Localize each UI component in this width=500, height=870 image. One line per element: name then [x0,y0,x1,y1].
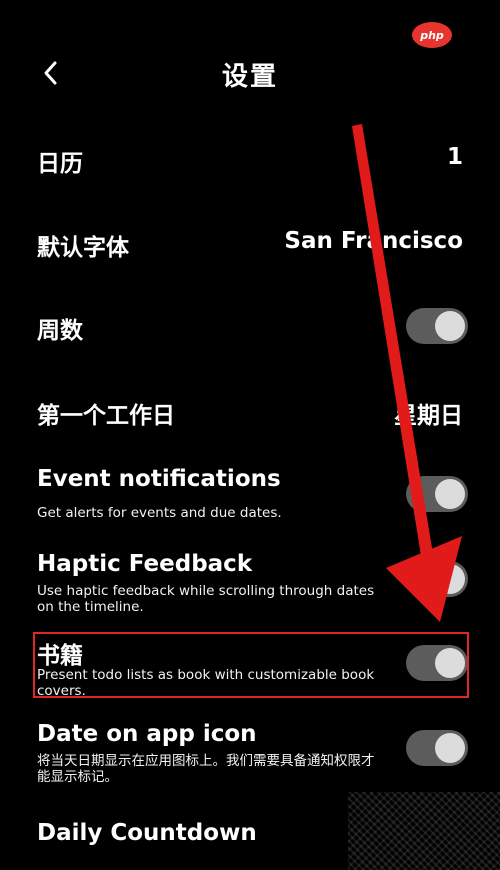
week-number-toggle[interactable] [406,308,468,344]
event-notifications-toggle[interactable] [406,476,468,512]
date-on-app-icon-toggle[interactable] [406,730,468,766]
setting-value: San Francisco [284,228,463,254]
setting-description: Use haptic feedback while scrolling thro… [37,583,375,615]
setting-label: 第一个工作日 [37,403,175,429]
toggle-knob [435,564,465,594]
toggle-knob [435,311,465,341]
setting-description: Get alerts for events and due dates. [37,505,282,521]
setting-label: 日历 [37,151,83,177]
setting-label: Daily Countdown [37,820,257,846]
setting-label: Date on app icon [37,721,257,747]
highlight-box [33,632,469,698]
setting-date-on-app-icon: Date on app icon 将当天日期显示在应用图标上。我们需要具备通知权… [0,719,500,785]
setting-label: Event notifications [37,466,281,492]
setting-week-number: 周数 [0,305,500,347]
toggle-knob [435,733,465,763]
watermark-texture [348,792,500,870]
page-title: 设置 [221,62,278,92]
setting-label: 默认字体 [37,235,129,261]
setting-calendar[interactable]: 日历 1 [0,142,500,177]
php-watermark: php [412,22,452,48]
haptic-feedback-toggle[interactable] [406,561,468,597]
setting-label: Haptic Feedback [37,551,253,577]
setting-value: 星期日 [394,403,463,429]
toggle-knob [435,479,465,509]
setting-default-font[interactable]: 默认字体 San Francisco [0,226,500,261]
setting-label: 周数 [37,318,83,344]
setting-description: 将当天日期显示在应用图标上。我们需要具备通知权限才能显示标记。 [37,753,375,785]
setting-haptic-feedback: Haptic Feedback Use haptic feedback whil… [0,549,500,615]
setting-first-workday[interactable]: 第一个工作日 星期日 [0,394,500,429]
setting-value: 1 [446,144,463,170]
setting-event-notifications: Event notifications Get alerts for event… [0,464,500,524]
